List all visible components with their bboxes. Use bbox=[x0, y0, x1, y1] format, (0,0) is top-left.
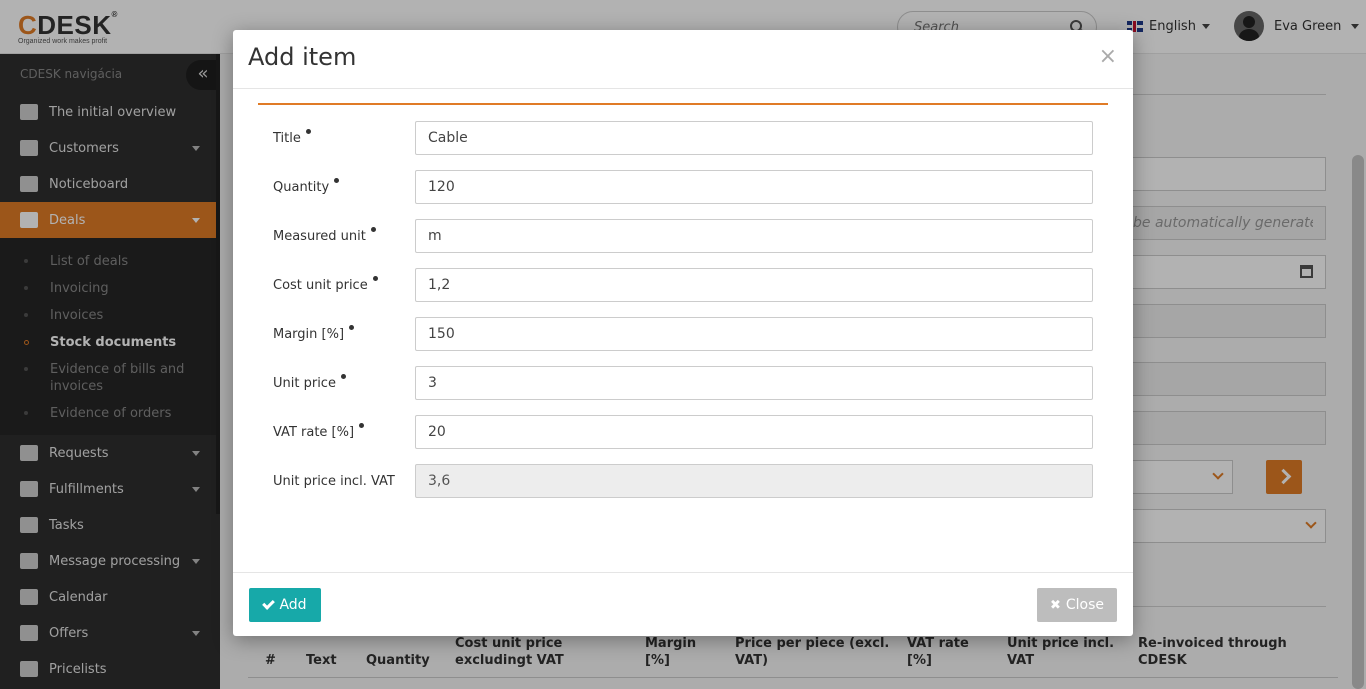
modal-header: Add item × bbox=[233, 30, 1133, 89]
check-icon bbox=[262, 597, 276, 610]
quantity-label: Quantity bbox=[273, 178, 398, 197]
quantity-field[interactable] bbox=[415, 170, 1093, 204]
unit-price-field[interactable] bbox=[415, 366, 1093, 400]
divider bbox=[258, 103, 1108, 105]
cost-unit-price-field[interactable] bbox=[415, 268, 1093, 302]
close-button-label: Close bbox=[1065, 597, 1105, 613]
required-dot-icon bbox=[349, 325, 355, 330]
unit-price-label: Unit price bbox=[273, 374, 398, 393]
vat-rate-label: VAT rate [%] bbox=[273, 423, 398, 442]
title-row: Title bbox=[273, 121, 1093, 155]
modal-footer: Add ✖ Close bbox=[233, 572, 1133, 636]
required-dot-icon bbox=[372, 276, 378, 281]
title-label: Title bbox=[273, 129, 398, 148]
close-icon[interactable]: × bbox=[1099, 44, 1117, 69]
required-dot-icon bbox=[305, 129, 311, 134]
cost-unit-price-row: Cost unit price bbox=[273, 268, 1093, 302]
margin-field[interactable] bbox=[415, 317, 1093, 351]
unit-price-incl-vat-label: Unit price incl. VAT bbox=[273, 474, 395, 489]
required-dot-icon bbox=[370, 227, 376, 232]
vat-rate-field[interactable] bbox=[415, 415, 1093, 449]
cost-unit-price-label: Cost unit price bbox=[273, 276, 398, 295]
close-icon: ✖ bbox=[1049, 597, 1061, 613]
unit-price-incl-vat-field bbox=[415, 464, 1093, 498]
vat-rate-row: VAT rate [%] bbox=[273, 415, 1093, 449]
quantity-row: Quantity bbox=[273, 170, 1093, 204]
modal-title: Add item bbox=[248, 43, 357, 71]
add-item-dialog: Add item × Title Quantity Measured unit … bbox=[233, 30, 1133, 636]
margin-row: Margin [%] bbox=[273, 317, 1093, 351]
add-button[interactable]: Add bbox=[249, 588, 321, 622]
required-dot-icon bbox=[340, 374, 346, 379]
unit-price-row: Unit price bbox=[273, 366, 1093, 400]
measured-unit-field[interactable] bbox=[415, 219, 1093, 253]
measured-unit-label: Measured unit bbox=[273, 227, 398, 246]
required-dot-icon bbox=[359, 423, 365, 428]
unit-price-incl-vat-row: Unit price incl. VAT bbox=[273, 464, 1093, 498]
required-dot-icon bbox=[334, 178, 340, 183]
measured-unit-row: Measured unit bbox=[273, 219, 1093, 253]
title-field[interactable] bbox=[415, 121, 1093, 155]
close-button[interactable]: ✖ Close bbox=[1037, 588, 1117, 622]
add-button-label: Add bbox=[279, 597, 307, 613]
margin-label: Margin [%] bbox=[273, 325, 398, 344]
